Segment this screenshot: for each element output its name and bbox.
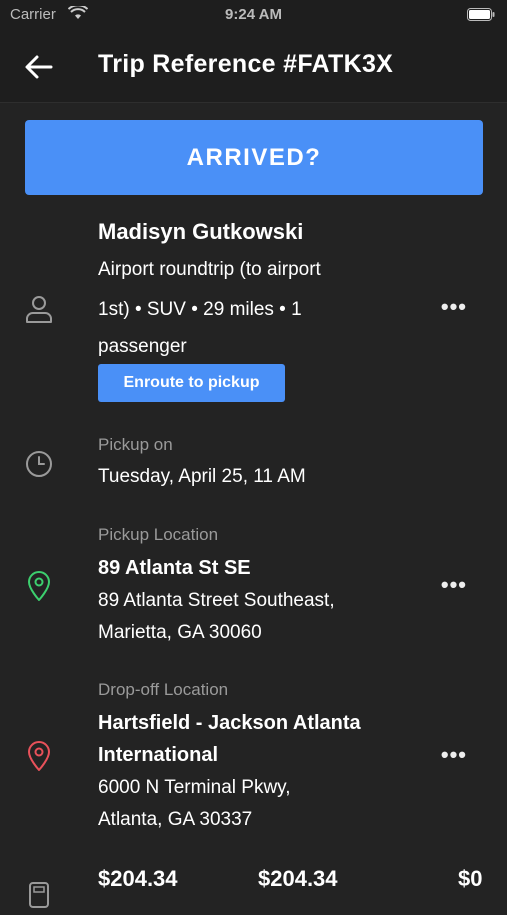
passenger-name: Madisyn Gutkowski <box>98 219 304 244</box>
dropoff-location-name: International <box>98 744 219 766</box>
pickup-time-label: Pickup on <box>98 435 173 454</box>
fare-amount: $204.34 <box>98 866 178 891</box>
battery-icon <box>467 8 495 25</box>
trip-status-badge[interactable]: Enroute to pickup <box>98 364 285 402</box>
back-arrow-icon[interactable] <box>24 52 54 82</box>
dropoff-address-line: Atlanta, GA 30337 <box>98 809 253 830</box>
pickup-more-button[interactable]: ••• <box>441 572 467 598</box>
trip-details-line: Airport roundtrip (to airport <box>98 259 321 280</box>
passenger-more-button[interactable]: ••• <box>441 294 467 320</box>
pickup-pin-icon <box>24 570 54 601</box>
fare-amount: $0 <box>458 866 483 891</box>
fare-amount: $204.34 <box>258 866 338 891</box>
status-time: 9:24 AM <box>225 6 282 23</box>
arrived-button[interactable]: ARRIVED? <box>25 120 483 195</box>
nav-bar: Trip Reference #FATK3X <box>0 30 507 103</box>
status-bar: Carrier 9:24 AM <box>0 0 507 30</box>
pickup-address-line: Marietta, GA 30060 <box>98 622 262 643</box>
trip-details: Airport roundtrip (to airport 1st) • SUV… <box>98 250 398 364</box>
dropoff-location-label: Drop-off Location <box>98 680 229 699</box>
dropoff-address-line: 6000 N Terminal Pkwy, <box>98 777 291 798</box>
trip-details-line: 1st) • SUV • 29 miles • 1 <box>98 299 302 320</box>
calculator-icon <box>24 880 54 910</box>
pickup-address-line: 89 Atlanta Street Southeast, <box>98 590 335 611</box>
pickup-location-name: 89 Atlanta St SE <box>98 557 251 579</box>
pickup-time-value: Tuesday, April 25, 11 AM <box>98 466 306 487</box>
dropoff-pin-icon <box>24 740 54 771</box>
trip-details-line: passenger <box>98 336 187 357</box>
dropoff-location-name: Hartsfield - Jackson Atlanta <box>98 712 361 734</box>
pickup-location-label: Pickup Location <box>98 525 219 544</box>
page-title: Trip Reference #FATK3X <box>98 50 394 78</box>
clock-icon <box>24 449 54 479</box>
dropoff-more-button[interactable]: ••• <box>441 742 467 768</box>
person-icon <box>24 294 54 324</box>
